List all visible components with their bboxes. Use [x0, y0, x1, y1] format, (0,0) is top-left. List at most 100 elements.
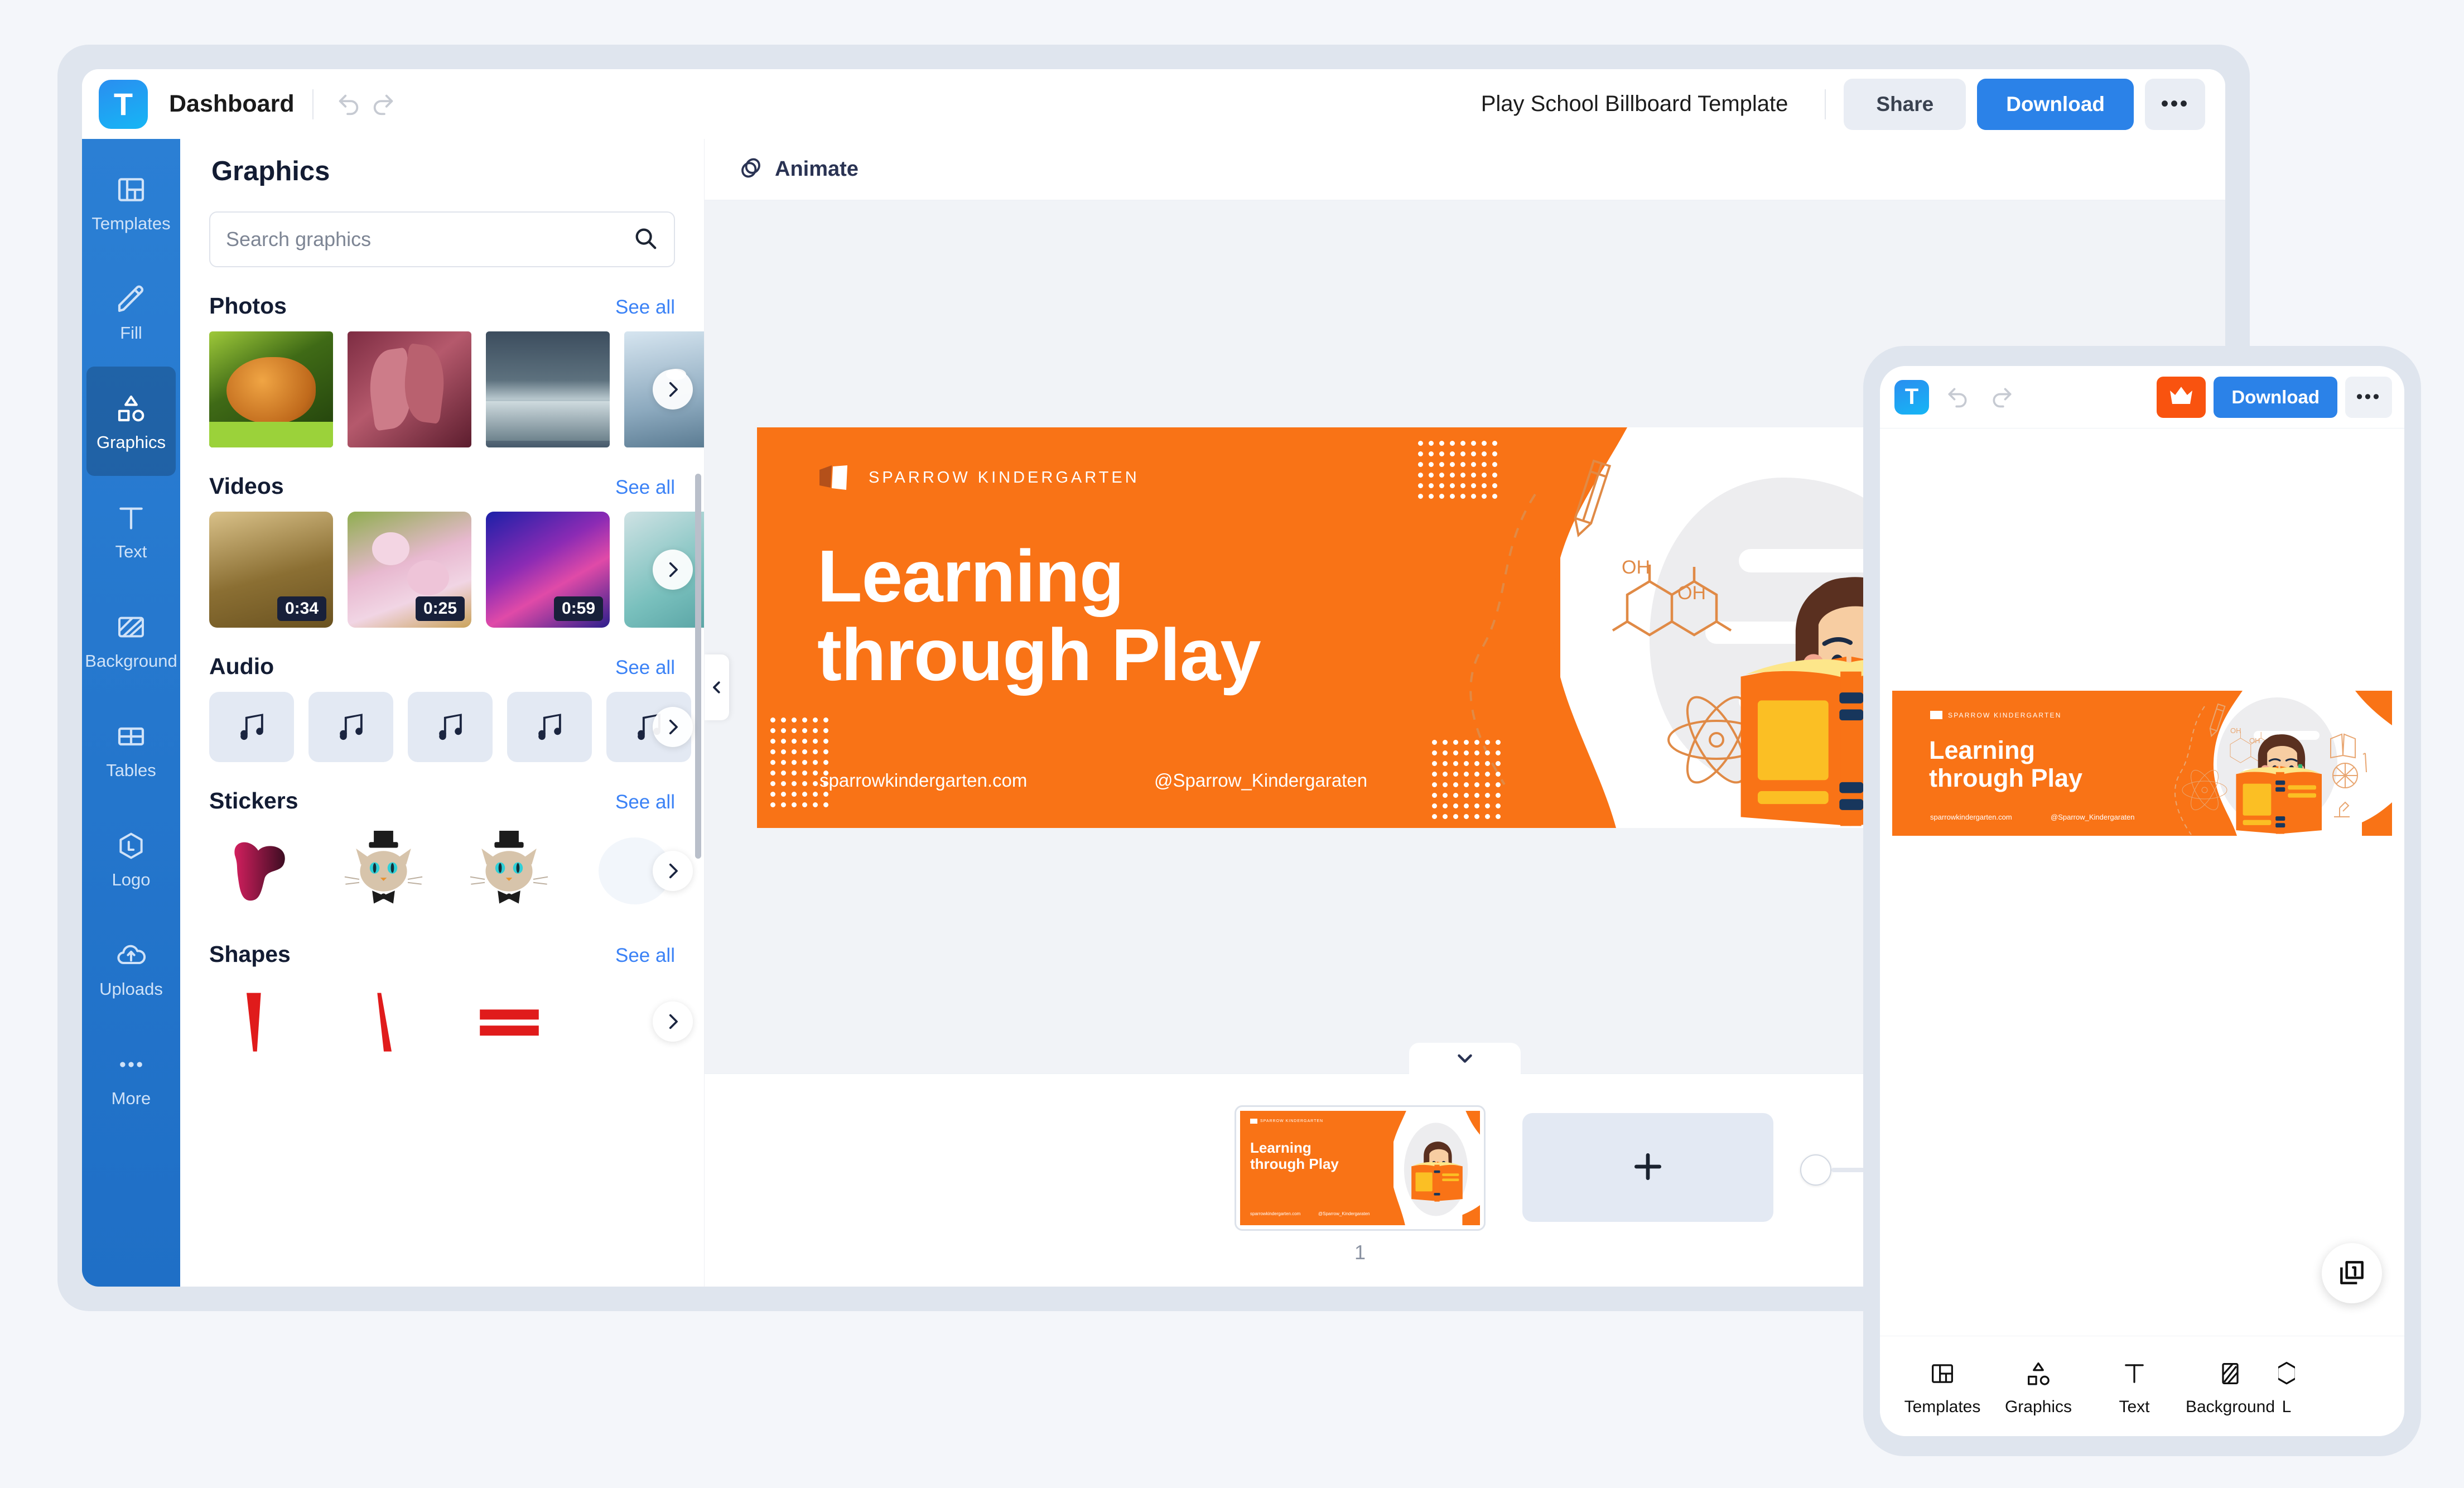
zoom-slider-knob[interactable]: [1800, 1154, 1832, 1186]
mobile-bottom-nav: Templates Graphics Text Background L: [1880, 1336, 2404, 1436]
mobile-canvas[interactable]: SPARROW KINDERGARTEN Learning through Pl…: [1880, 428, 2404, 1336]
design-social-handle[interactable]: @Sparrow_Kindergaraten: [1154, 770, 1367, 791]
see-all-link[interactable]: See all: [615, 657, 675, 679]
background-icon: [115, 609, 147, 646]
mobile-nav-logo[interactable]: L: [2278, 1356, 2295, 1417]
list-item[interactable]: [209, 331, 333, 447]
sidebar-item-graphics[interactable]: Graphics: [86, 367, 176, 476]
headline-line-2: through Play: [817, 614, 1261, 696]
section-shapes: Shapes See all: [180, 941, 704, 1063]
magenta-blob-sticker: [234, 842, 285, 901]
list-item[interactable]: [209, 692, 294, 762]
mobile-nav-templates[interactable]: Templates: [1894, 1356, 1990, 1417]
svg-text:OH: OH: [1622, 557, 1650, 578]
mobile-top-actions: Download •••: [2157, 376, 2392, 418]
mobile-redo-icon[interactable]: [1986, 381, 2018, 413]
sidebar-item-tables[interactable]: Tables: [86, 695, 176, 804]
mobile-undo-icon[interactable]: [1941, 381, 1974, 413]
audio-next-arrow[interactable]: [653, 707, 693, 747]
list-item[interactable]: [486, 331, 610, 447]
shapes-row[interactable]: [209, 980, 704, 1063]
share-button[interactable]: Share: [1844, 78, 1966, 130]
mobile-design-brand: SPARROW KINDERGARTEN: [1948, 711, 2062, 719]
sidebar-item-text[interactable]: Text: [86, 476, 176, 585]
list-item[interactable]: [460, 826, 558, 916]
list-item[interactable]: [408, 692, 493, 762]
list-item[interactable]: [335, 826, 432, 916]
mobile-more-button[interactable]: •••: [2345, 376, 2392, 418]
sidebar-item-logo[interactable]: Logo: [86, 804, 176, 913]
section-title: Videos: [209, 473, 284, 499]
panel-collapse-handle[interactable]: [705, 654, 729, 720]
music-note-icon: [533, 710, 566, 745]
list-item[interactable]: [460, 980, 558, 1063]
page-thumbnail-1[interactable]: SPARROW KINDERGARTEN Learning through Pla…: [1235, 1105, 1486, 1264]
mobile-design-website: sparrowkindergarten.com: [1930, 813, 2012, 821]
mobile-nav-graphics[interactable]: Graphics: [1990, 1356, 2086, 1417]
list-item[interactable]: [308, 692, 393, 762]
design-artboard[interactable]: SPARROW KINDERGARTEN Learning through Pl…: [757, 427, 2012, 828]
mobile-pages-button[interactable]: [2322, 1243, 2382, 1303]
mobile-headline-line-2: through Play: [1929, 763, 2083, 792]
shapes-next-arrow[interactable]: [653, 1001, 693, 1042]
section-header: Photos See all: [209, 293, 704, 319]
headline-line-1: Learning: [817, 535, 1124, 617]
mobile-download-button[interactable]: Download: [2214, 376, 2337, 418]
list-item[interactable]: 0:59: [486, 512, 610, 628]
sidebar-item-more[interactable]: More: [86, 1023, 176, 1132]
mobile-nav-background[interactable]: Background: [2182, 1356, 2278, 1417]
sidebar-label: Uploads: [99, 979, 163, 999]
photos-row[interactable]: [209, 331, 704, 447]
design-website[interactable]: sparrowkindergarten.com: [819, 770, 1027, 791]
animate-button[interactable]: Animate: [737, 154, 859, 185]
canvas-toolbar: Animate: [705, 139, 2225, 200]
app-logo[interactable]: T: [99, 79, 148, 129]
see-all-link[interactable]: See all: [615, 296, 675, 319]
videos-row[interactable]: 0:34 0:25 0:59: [209, 512, 704, 628]
panel-scrollbar[interactable]: [695, 474, 701, 859]
see-all-link[interactable]: See all: [615, 476, 675, 499]
search-icon[interactable]: [633, 225, 658, 254]
more-options-button[interactable]: •••: [2145, 78, 2205, 130]
list-item[interactable]: [348, 331, 471, 447]
stickers-next-arrow[interactable]: [653, 851, 693, 891]
list-item[interactable]: [209, 980, 307, 1063]
audio-row[interactable]: [209, 692, 704, 762]
see-all-link[interactable]: See all: [615, 791, 675, 813]
sidebar-item-fill[interactable]: Fill: [86, 257, 176, 367]
red-slash-shape: [377, 993, 392, 1052]
page-title: Graphics: [211, 156, 330, 186]
sidebar-item-templates[interactable]: Templates: [86, 148, 176, 257]
undo-icon[interactable]: [331, 87, 366, 122]
mobile-design-preview[interactable]: SPARROW KINDERGARTEN Learning through Pl…: [1892, 691, 2392, 836]
list-item[interactable]: [507, 692, 592, 762]
stickers-row[interactable]: [209, 826, 704, 916]
mobile-nav-label: Graphics: [2004, 1397, 2072, 1416]
search-input[interactable]: [226, 228, 633, 251]
list-item[interactable]: [335, 980, 432, 1063]
section-title: Shapes: [209, 941, 291, 967]
actions-divider: [1825, 89, 1826, 119]
redo-icon[interactable]: [366, 87, 401, 122]
mobile-nav-text[interactable]: Text: [2086, 1356, 2182, 1417]
document-title[interactable]: Play School Billboard Template: [1481, 92, 1788, 117]
videos-next-arrow[interactable]: [653, 550, 693, 590]
download-button[interactable]: Download: [1977, 78, 2134, 130]
section-header: Audio See all: [209, 653, 704, 680]
premium-upgrade-button[interactable]: [2157, 376, 2206, 418]
sidebar-item-uploads[interactable]: Uploads: [86, 913, 176, 1023]
list-item[interactable]: 0:25: [348, 512, 471, 628]
list-item[interactable]: 0:34: [209, 512, 333, 628]
search-box[interactable]: [209, 211, 675, 267]
photos-next-arrow[interactable]: [653, 369, 693, 410]
mobile-app-logo[interactable]: T: [1894, 379, 1929, 415]
see-all-link[interactable]: See all: [615, 945, 675, 967]
plus-icon: [1631, 1149, 1665, 1186]
music-note-icon: [335, 710, 367, 745]
sidebar-item-background[interactable]: Background: [85, 585, 177, 695]
design-headline[interactable]: Learning through Play: [817, 535, 1261, 696]
tray-collapse-button[interactable]: [1409, 1043, 1521, 1075]
list-item[interactable]: [209, 826, 307, 916]
dashboard-link[interactable]: Dashboard: [169, 90, 295, 118]
mobile-nav-label: L: [2282, 1397, 2292, 1416]
